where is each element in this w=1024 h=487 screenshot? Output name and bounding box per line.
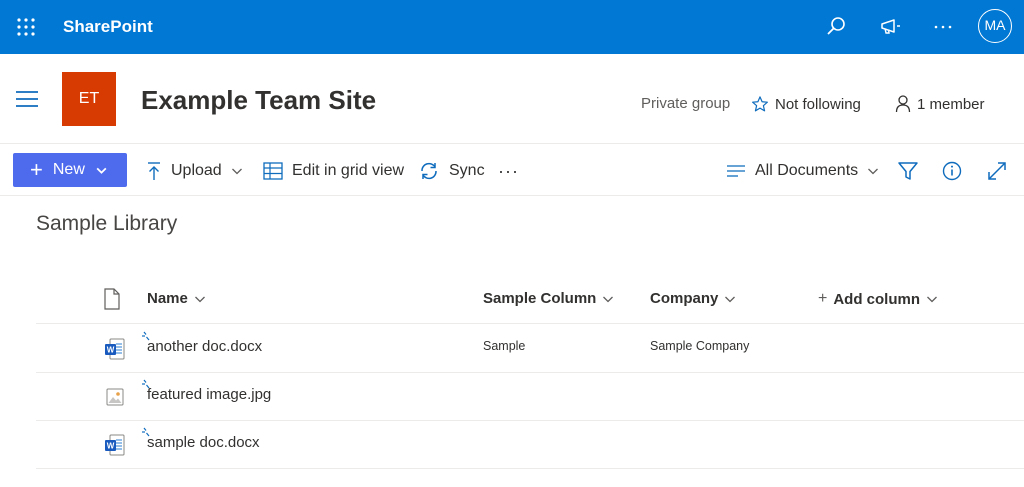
plus-icon: + [818,290,828,307]
more-options-icon[interactable] [929,13,957,41]
view-selector[interactable]: All Documents [726,158,879,184]
megaphone-icon[interactable] [876,13,904,41]
sync-label: Sync [449,162,485,179]
column-company-label: Company [650,290,719,307]
upload-button[interactable]: Upload [146,158,243,184]
file-name-link[interactable]: sample doc.docx [147,434,260,451]
list-header: Name Sample Column Company + Add column [36,278,1024,322]
sync-icon [421,162,437,180]
library-title[interactable]: Sample Library [36,212,177,236]
filter-icon[interactable] [896,159,920,183]
column-header-company[interactable]: Company [650,290,736,307]
header-divider [0,143,1024,144]
info-icon[interactable] [940,159,964,183]
image-icon [106,388,124,406]
svg-text:W: W [107,346,115,355]
command-bar-divider [0,195,1024,196]
chevron-down-icon [603,296,614,302]
list-view-icon [727,165,745,177]
person-icon [895,95,911,113]
expand-icon[interactable] [985,159,1009,183]
grid-icon [263,162,283,180]
search-icon[interactable] [822,13,850,41]
upload-label: Upload [171,162,222,179]
list-row[interactable]: W another doc.docx Sample Sample Company [36,324,1024,373]
edit-grid-view-button[interactable]: Edit in grid view [263,158,404,184]
more-commands-button[interactable]: ··· [498,158,519,184]
chevron-down-icon [96,167,107,174]
column-header-name[interactable]: Name [147,290,206,307]
user-avatar[interactable]: MA [978,9,1012,43]
sample-column-cell: Sample [483,339,526,353]
hamburger-menu-icon[interactable] [15,88,39,110]
chevron-down-icon [868,168,879,175]
add-column-label: Add column [833,290,921,308]
suite-bar: SharePoint MA [0,0,1024,54]
company-cell: Sample Company [650,339,750,353]
chevron-down-icon [927,296,937,303]
file-type-icon[interactable] [103,288,121,310]
app-launcher-icon[interactable] [12,13,40,41]
site-logo[interactable]: ET [62,72,116,126]
sync-button[interactable]: Sync [418,158,485,184]
site-privacy-label: Private group [641,95,731,112]
new-label: New [52,161,85,178]
svg-text:W: W [107,442,115,451]
members-button[interactable]: 1 member [895,94,985,114]
chevron-down-icon [725,296,736,302]
site-title[interactable]: Example Team Site [141,85,376,116]
view-label: All Documents [755,162,859,179]
follow-button[interactable]: Not following [751,94,861,114]
column-header-sample[interactable]: Sample Column [483,290,614,307]
members-label: 1 member [917,95,985,113]
file-name-link[interactable]: another doc.docx [147,338,262,355]
chevron-down-icon [231,168,242,175]
chevron-down-icon [194,296,205,302]
file-name-link[interactable]: featured image.jpg [147,386,271,403]
word-icon: W [105,434,125,456]
column-sample-label: Sample Column [483,290,597,307]
word-icon: W [105,338,125,360]
list-row[interactable]: featured image.jpg [36,372,1024,421]
plus-icon: + [30,157,43,182]
star-icon [752,96,768,112]
follow-label: Not following [775,95,861,113]
edit-grid-label: Edit in grid view [292,162,405,179]
list-row[interactable]: W sample doc.docx [36,420,1024,469]
app-brand[interactable]: SharePoint [63,17,153,37]
column-name-label: Name [147,290,188,307]
add-column-button[interactable]: + Add column [818,290,938,308]
upload-icon [148,162,160,180]
new-button[interactable]: + New [13,153,127,187]
